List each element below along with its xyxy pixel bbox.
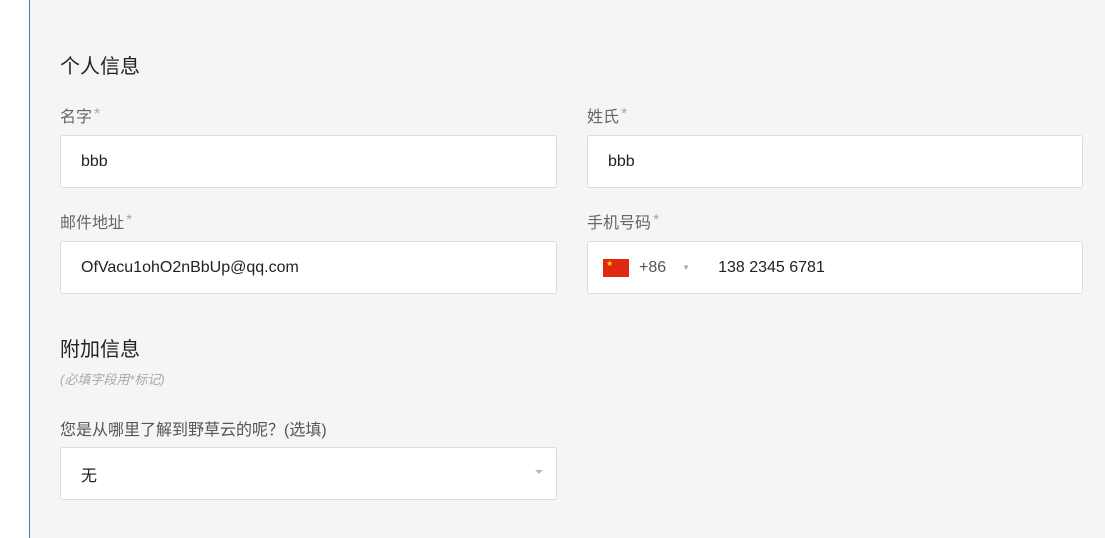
additional-info-title: 附加信息 [60,339,140,361]
required-mark: * [653,212,660,229]
country-code-selector[interactable]: ★ +86 ▼ [588,258,691,277]
first-name-input[interactable]: bbb [60,135,557,188]
first-name-value: bbb [81,152,108,170]
last-name-label: 姓氏 * [587,106,628,126]
country-code: +86 [639,258,667,276]
phone-label: 手机号码 * [587,212,660,232]
chevron-down-icon [535,470,543,474]
required-mark: * [126,212,133,229]
last-name-input[interactable]: bbb [587,135,1083,188]
first-name-label: 名字 * [60,106,101,126]
last-name-value: bbb [608,152,635,170]
email-input[interactable]: OfVacu1ohO2nBbUp@qq.com [60,241,557,294]
email-value: OfVacu1ohO2nBbUp@qq.com [81,258,299,276]
phone-number-value: 138 2345 6781 [718,258,825,276]
source-selected-value: 无 [81,467,98,485]
caret-down-icon: ▼ [682,263,691,272]
china-flag-icon: ★ [603,258,629,277]
required-mark: * [94,106,101,123]
email-label: 邮件地址 * [60,212,133,232]
source-label: 您是从哪里了解到野草云的呢？(选填) [60,422,327,439]
required-hint: (必填字段用*标记) [60,372,165,387]
required-mark: * [621,106,628,123]
source-select[interactable]: 无 [60,447,557,500]
phone-input[interactable]: ★ +86 ▼ 138 2345 6781 [587,241,1083,294]
personal-info-title: 个人信息 [60,56,140,78]
